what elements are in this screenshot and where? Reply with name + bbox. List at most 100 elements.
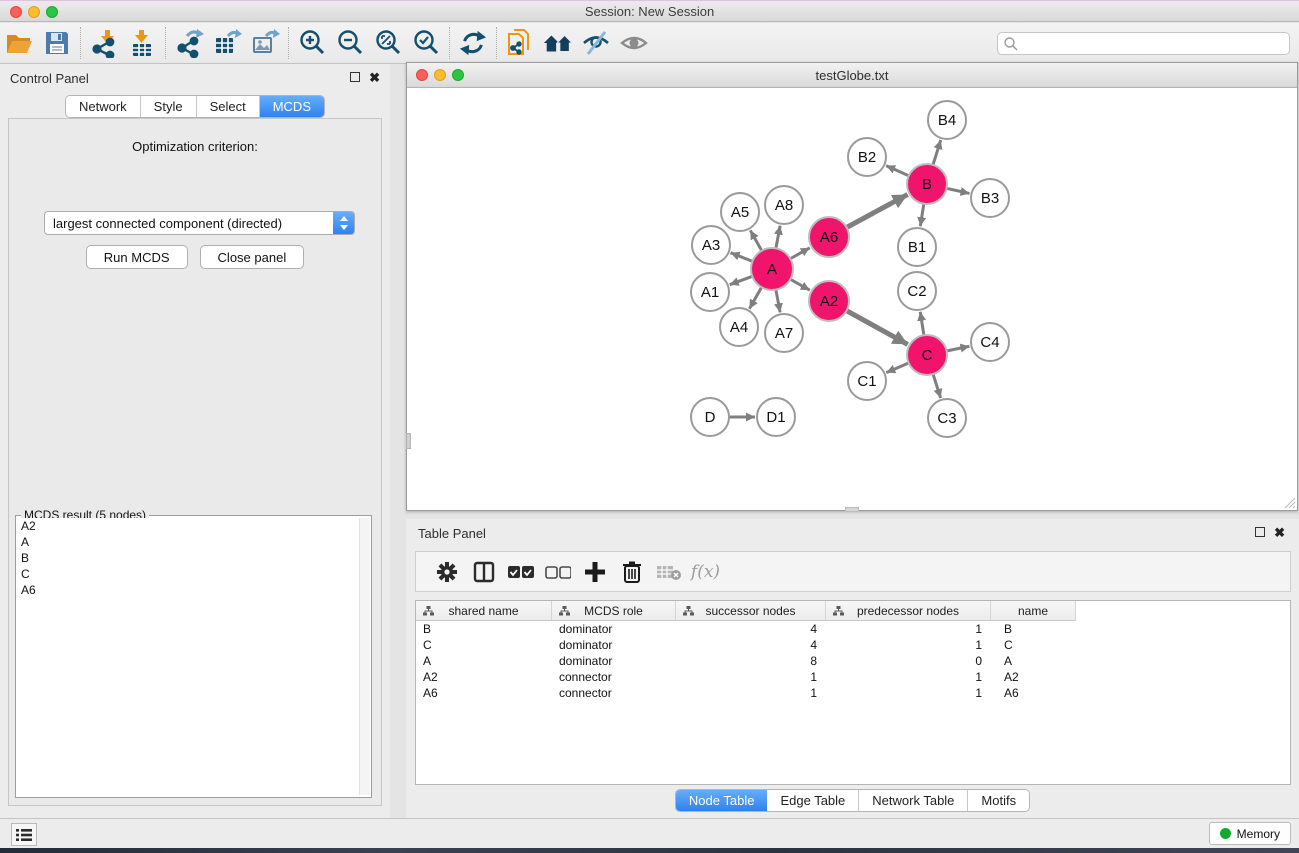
cell-shared-name[interactable]: A6 xyxy=(416,685,552,701)
network-file-button[interactable] xyxy=(501,26,539,60)
cell-predecessor-nodes[interactable]: 1 xyxy=(826,669,991,685)
close-panel-button[interactable]: ✖ xyxy=(369,70,380,86)
table-row[interactable]: Adominator80A xyxy=(416,653,1290,669)
cell-name[interactable]: A6 xyxy=(991,685,1076,701)
tab-style[interactable]: Style xyxy=(141,96,197,117)
cell-MCDS-role[interactable]: dominator xyxy=(552,653,676,669)
network-close-button[interactable] xyxy=(416,69,428,81)
cell-predecessor-nodes[interactable]: 1 xyxy=(826,685,991,701)
column-header-MCDS-role[interactable]: MCDS role xyxy=(552,601,676,621)
graph-node-A2[interactable]: A2 xyxy=(809,281,849,321)
delete-table-button[interactable] xyxy=(650,555,687,589)
memory-button[interactable]: Memory xyxy=(1209,822,1291,845)
tab-node-table[interactable]: Node Table xyxy=(676,790,768,811)
add-column-button[interactable] xyxy=(576,555,613,589)
home-button[interactable] xyxy=(539,26,577,60)
graph-node-B[interactable]: B xyxy=(907,164,947,204)
graph-node-B3[interactable]: B3 xyxy=(971,179,1009,217)
network-maximize-button[interactable] xyxy=(452,69,464,81)
result-scrollbar[interactable] xyxy=(359,518,370,795)
table-row[interactable]: A6connector11A6 xyxy=(416,685,1290,701)
graph-node-A6[interactable]: A6 xyxy=(809,217,849,257)
cell-MCDS-role[interactable]: dominator xyxy=(552,621,676,637)
export-network-button[interactable] xyxy=(170,26,208,60)
graph-node-A3[interactable]: A3 xyxy=(692,226,730,264)
cell-MCDS-role[interactable]: connector xyxy=(552,669,676,685)
zoom-selected-button[interactable] xyxy=(407,26,445,60)
network-canvas[interactable]: B4B2BB3B1A5A8A6A3AA1A2C2A4A7C4CC1C3DD1 xyxy=(407,88,1297,510)
result-item-a2[interactable]: A2 xyxy=(18,518,358,534)
refresh-button[interactable] xyxy=(454,26,492,60)
show-panels-button[interactable] xyxy=(615,26,653,60)
maximize-window-button[interactable] xyxy=(46,6,58,18)
table-close-button[interactable]: ✖ xyxy=(1274,525,1285,541)
graph-node-C1[interactable]: C1 xyxy=(848,362,886,400)
save-session-button[interactable] xyxy=(38,26,76,60)
graph-node-D[interactable]: D xyxy=(691,398,729,436)
graph-node-D1[interactable]: D1 xyxy=(757,398,795,436)
graph-node-A1[interactable]: A1 xyxy=(691,273,729,311)
cell-predecessor-nodes[interactable]: 1 xyxy=(826,621,991,637)
network-window-title-bar[interactable]: testGlobe.txt xyxy=(407,63,1297,88)
graph-node-C2[interactable]: C2 xyxy=(898,272,936,310)
result-item-a[interactable]: A xyxy=(18,534,358,550)
cell-successor-nodes[interactable]: 4 xyxy=(676,621,826,637)
graph-node-A5[interactable]: A5 xyxy=(721,193,759,231)
column-header-predecessor-nodes[interactable]: predecessor nodes xyxy=(826,601,991,621)
resize-grip-icon[interactable] xyxy=(1282,495,1296,509)
table-float-button[interactable] xyxy=(1255,526,1265,540)
float-panel-button[interactable] xyxy=(350,71,360,85)
export-image-button[interactable] xyxy=(246,26,284,60)
graph-node-B1[interactable]: B1 xyxy=(898,228,936,266)
cell-predecessor-nodes[interactable]: 1 xyxy=(826,637,991,653)
column-layout-button[interactable] xyxy=(465,555,502,589)
close-window-button[interactable] xyxy=(10,6,22,18)
graph-node-C[interactable]: C xyxy=(907,335,947,375)
column-header-name[interactable]: name xyxy=(991,601,1076,621)
table-row[interactable]: Cdominator41C xyxy=(416,637,1290,653)
export-table-button[interactable] xyxy=(208,26,246,60)
zoom-in-button[interactable] xyxy=(293,26,331,60)
cell-MCDS-role[interactable]: connector xyxy=(552,685,676,701)
cell-shared-name[interactable]: A xyxy=(416,653,552,669)
cell-shared-name[interactable]: B xyxy=(416,621,552,637)
zoom-fit-button[interactable] xyxy=(369,26,407,60)
cell-successor-nodes[interactable]: 4 xyxy=(676,637,826,653)
select-all-columns-button[interactable] xyxy=(502,555,539,589)
cell-MCDS-role[interactable]: dominator xyxy=(552,637,676,653)
splitter-handle[interactable] xyxy=(845,507,859,512)
graph-node-A8[interactable]: A8 xyxy=(765,186,803,224)
tab-network[interactable]: Network xyxy=(66,96,141,117)
result-item-c[interactable]: C xyxy=(18,566,358,582)
tab-motifs[interactable]: Motifs xyxy=(968,790,1029,811)
result-item-a6[interactable]: A6 xyxy=(18,582,358,598)
task-history-button[interactable] xyxy=(11,823,37,846)
criterion-dropdown[interactable]: largest connected component (directed) xyxy=(44,211,355,235)
function-builder-button[interactable]: f(x) xyxy=(687,555,724,589)
run-mcds-button[interactable]: Run MCDS xyxy=(86,245,188,269)
result-item-b[interactable]: B xyxy=(18,550,358,566)
close-panel-action-button[interactable]: Close panel xyxy=(200,245,305,269)
node-table[interactable]: shared nameMCDS rolesuccessor nodesprede… xyxy=(415,600,1291,785)
graph-node-C4[interactable]: C4 xyxy=(971,323,1009,361)
deselect-all-columns-button[interactable] xyxy=(539,555,576,589)
graph-node-C3[interactable]: C3 xyxy=(928,399,966,437)
import-table-button[interactable] xyxy=(123,26,161,60)
graph-node-A4[interactable]: A4 xyxy=(720,308,758,346)
cell-shared-name[interactable]: C xyxy=(416,637,552,653)
column-header-successor-nodes[interactable]: successor nodes xyxy=(676,601,826,621)
cell-name[interactable]: A2 xyxy=(991,669,1076,685)
tab-network-table[interactable]: Network Table xyxy=(859,790,968,811)
cell-predecessor-nodes[interactable]: 0 xyxy=(826,653,991,669)
open-file-button[interactable] xyxy=(0,26,38,60)
network-minimize-button[interactable] xyxy=(434,69,446,81)
graph-node-B4[interactable]: B4 xyxy=(928,101,966,139)
mcds-result-list[interactable]: A2ABCA6 xyxy=(18,518,358,795)
table-row[interactable]: Bdominator41B xyxy=(416,621,1290,637)
toolbar-search[interactable] xyxy=(997,32,1290,55)
tab-mcds[interactable]: MCDS xyxy=(260,96,324,117)
zoom-out-button[interactable] xyxy=(331,26,369,60)
cell-successor-nodes[interactable]: 1 xyxy=(676,685,826,701)
network-graph[interactable]: B4B2BB3B1A5A8A6A3AA1A2C2A4A7C4CC1C3DD1 xyxy=(407,88,1297,510)
tab-select[interactable]: Select xyxy=(197,96,260,117)
